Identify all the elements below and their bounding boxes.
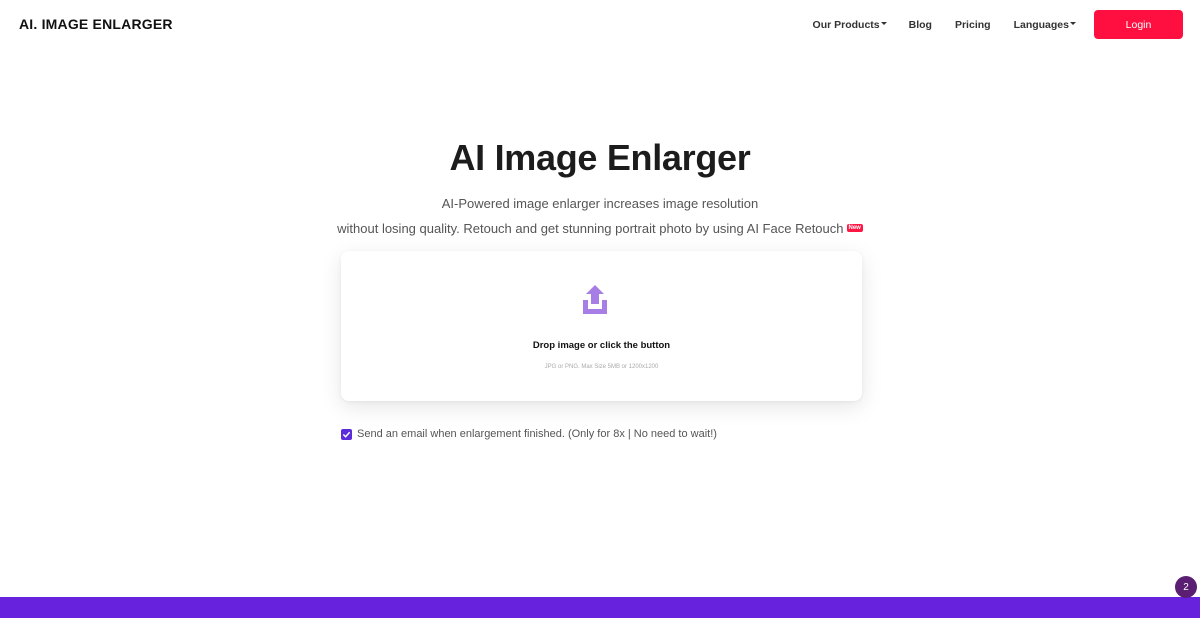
subtitle-line-2-text: without losing quality. Retouch and get …: [337, 221, 844, 236]
nav-languages[interactable]: Languages: [1014, 19, 1076, 31]
nav-pricing[interactable]: Pricing: [955, 19, 991, 31]
email-checkbox[interactable]: [341, 428, 352, 440]
upload-dropzone[interactable]: Drop image or click the button JPG or PN…: [341, 251, 862, 401]
page-title: AI Image Enlarger: [449, 137, 751, 178]
notification-badge[interactable]: 2: [1175, 576, 1197, 598]
new-badge: New: [846, 224, 863, 232]
nav-blog[interactable]: Blog: [909, 19, 932, 31]
email-notification-option: Send an email when enlargement finished.…: [341, 428, 717, 440]
footer-band: [0, 597, 1200, 618]
subtitle-line-2: without losing quality. Retouch and get …: [0, 221, 1200, 236]
header: AI. IMAGE ENLARGER Our Products Blog Pri…: [0, 0, 1200, 50]
caret-down-icon: [880, 22, 887, 25]
nav-languages-label: Languages: [1013, 18, 1069, 31]
email-option-label[interactable]: Send an email when enlargement finished.…: [357, 428, 717, 440]
login-button[interactable]: Login: [1094, 10, 1183, 39]
page: AI. IMAGE ENLARGER Our Products Blog Pri…: [0, 0, 1200, 618]
upload-icon: [583, 285, 607, 314]
drop-instructions: Drop image or click the button: [532, 340, 671, 351]
file-requirements: JPG or PNG. Max Size 5MB or 1200x1200: [544, 364, 659, 370]
site-logo[interactable]: AI. IMAGE ENLARGER: [19, 16, 173, 32]
subtitle-line-1: AI-Powered image enlarger increases imag…: [441, 196, 759, 211]
main-nav: Our Products Blog Pricing Languages Logi…: [813, 10, 1183, 39]
nav-our-products-label: Our Products: [812, 18, 880, 31]
checkmark-icon: [342, 431, 351, 438]
nav-our-products[interactable]: Our Products: [813, 19, 887, 31]
caret-down-icon: [1070, 22, 1076, 25]
